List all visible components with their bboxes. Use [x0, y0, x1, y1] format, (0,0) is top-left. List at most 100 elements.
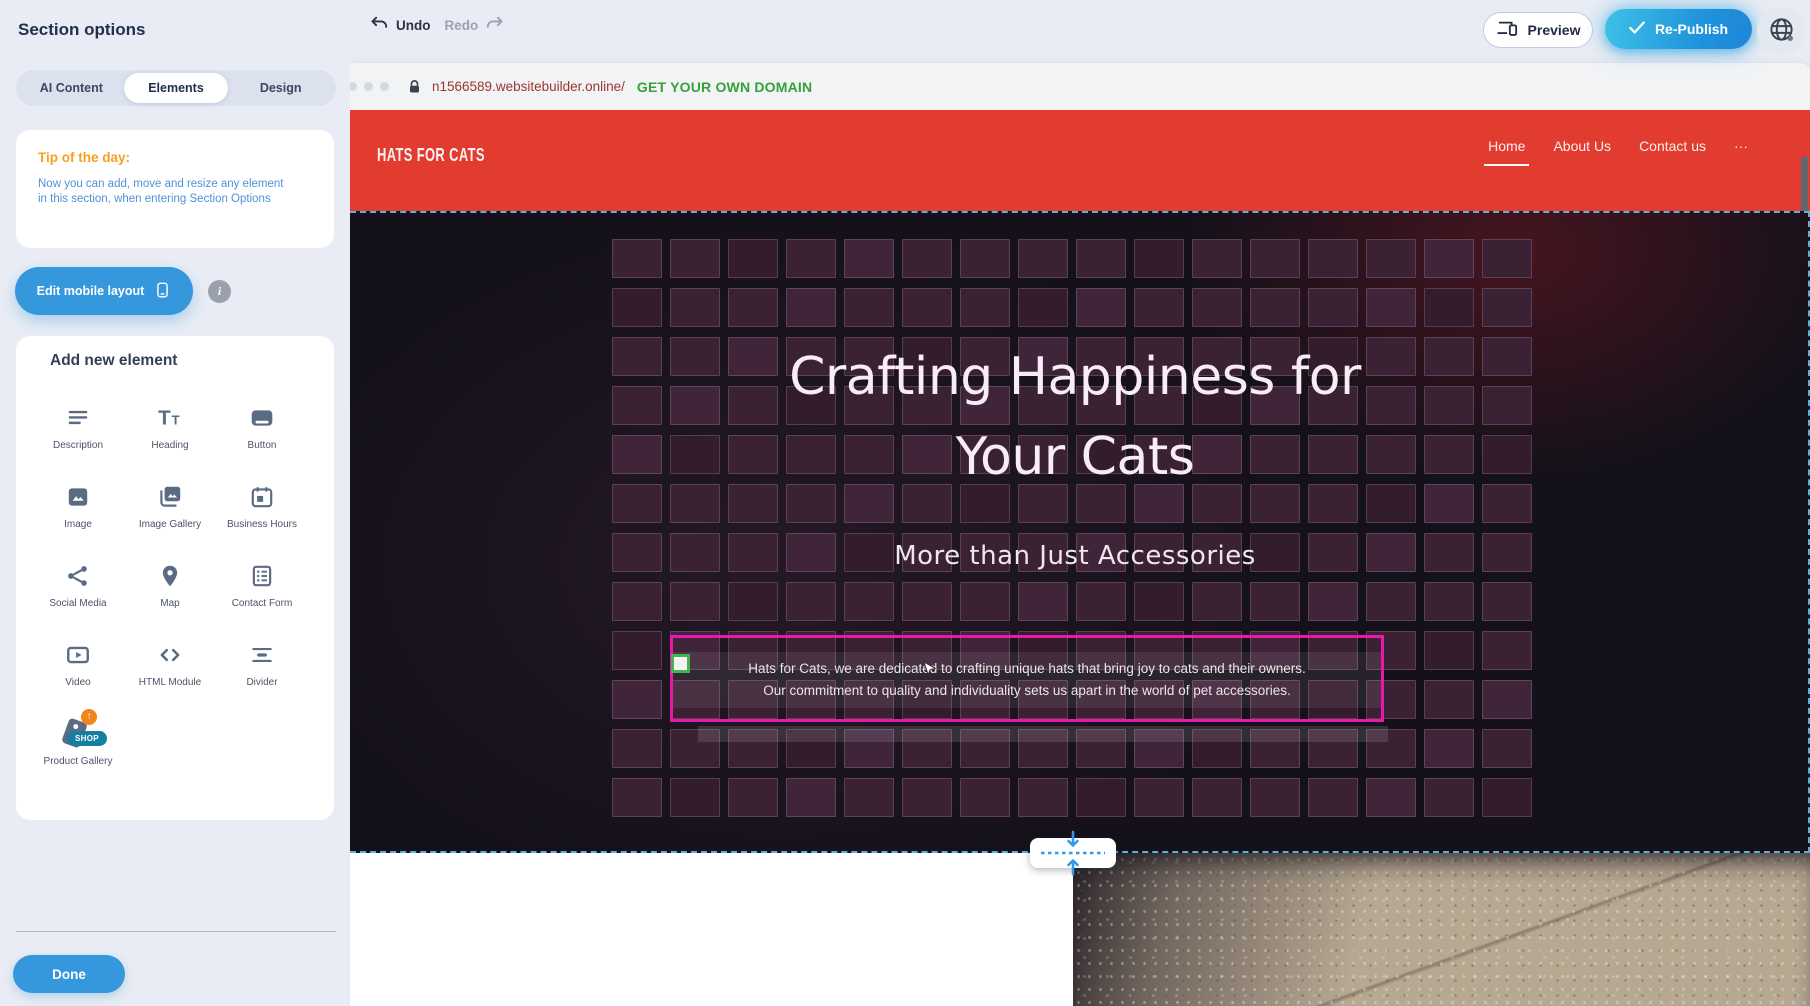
add-element-heading[interactable]: TTHeading	[130, 385, 210, 464]
tip-of-the-day-card: Tip of the day: Now you can add, move an…	[16, 130, 334, 248]
video-icon	[65, 634, 91, 676]
add-element-map[interactable]: Map	[130, 543, 210, 622]
undo-button[interactable]: Undo	[370, 16, 431, 34]
code-icon	[157, 634, 183, 676]
hero-tile	[1134, 582, 1184, 621]
hero-tile	[786, 778, 836, 817]
redo-label: Redo	[445, 18, 479, 33]
redo-button[interactable]: Redo	[445, 16, 505, 34]
nav-item-aboutus[interactable]: About Us	[1553, 138, 1611, 160]
add-element-html-module[interactable]: HTML Module	[130, 622, 210, 701]
hero-tile	[1482, 729, 1532, 768]
hero-tile	[1482, 582, 1532, 621]
hero-tile	[728, 778, 778, 817]
drag-handle[interactable]	[671, 654, 690, 673]
tab-design[interactable]: Design	[228, 73, 333, 103]
hero-tile	[1134, 239, 1184, 278]
hero-tile	[1424, 729, 1474, 768]
hero-description[interactable]: Hats for Cats, we are dedicated to craft…	[673, 658, 1381, 702]
form-icon	[249, 555, 275, 597]
hero-tile	[728, 288, 778, 327]
site-url[interactable]: n1566589.websitebuilder.online/	[432, 79, 625, 94]
hero-tile	[1308, 239, 1358, 278]
hero-title[interactable]: Crafting Happiness for Your Cats	[340, 337, 1810, 497]
hero-tile	[1424, 582, 1474, 621]
site-nav: Home About Us Contact us ···	[1488, 138, 1748, 160]
hero-tile	[902, 288, 952, 327]
get-domain-link[interactable]: GET YOUR OWN DOMAIN	[637, 79, 812, 95]
heading-icon: TT	[157, 397, 183, 439]
section-resize-handle[interactable]	[1030, 838, 1116, 868]
hero-tile	[670, 778, 720, 817]
hero-tile	[1482, 778, 1532, 817]
add-element-label: Image	[64, 518, 92, 531]
add-element-social-media[interactable]: Social Media	[38, 543, 118, 622]
preview-scrollbar[interactable]	[1801, 156, 1808, 216]
add-element-description[interactable]: Description	[38, 385, 118, 464]
hero-tile	[612, 582, 662, 621]
hero-tile	[1424, 239, 1474, 278]
hero-tile	[1076, 582, 1126, 621]
lock-icon	[407, 79, 422, 94]
hero-tile	[670, 239, 720, 278]
info-icon[interactable]: i	[208, 280, 231, 303]
add-element-button[interactable]: Button	[222, 385, 302, 464]
add-element-divider[interactable]: Divider	[222, 622, 302, 701]
nav-more-menu[interactable]: ···	[1734, 138, 1748, 160]
undo-label: Undo	[396, 18, 431, 33]
phone-icon	[154, 278, 171, 305]
republish-label: Re-Publish	[1655, 21, 1728, 37]
add-element-business-hours[interactable]: Business Hours	[222, 464, 302, 543]
hero-section[interactable]: Crafting Happiness for Your Cats More th…	[340, 211, 1810, 853]
add-element-product-gallery[interactable]: ↑SHOPProduct Gallery	[38, 701, 118, 780]
add-element-label: Map	[160, 597, 179, 610]
edit-mobile-layout-label: Edit mobile layout	[37, 284, 145, 298]
site-preview-window: n1566589.websitebuilder.online/ GET YOUR…	[340, 63, 1810, 1006]
hero-tile	[1308, 582, 1358, 621]
check-icon	[1629, 21, 1645, 37]
hero-tile	[1250, 778, 1300, 817]
add-element-label: Business Hours	[227, 518, 297, 531]
hero-tile	[1366, 288, 1416, 327]
hero-tile	[1018, 582, 1068, 621]
add-element-image-gallery[interactable]: Image Gallery	[130, 464, 210, 543]
hero-tile	[786, 582, 836, 621]
calendar-icon	[249, 476, 275, 518]
hero-tile	[1366, 778, 1416, 817]
hero-tile	[1076, 288, 1126, 327]
site-header[interactable]: HATS FOR CATS Home About Us Contact us ···	[340, 110, 1810, 211]
add-element-contact-form[interactable]: Contact Form	[222, 543, 302, 622]
add-element-image[interactable]: Image	[38, 464, 118, 543]
text-lines-icon	[65, 397, 91, 439]
section-options-panel: Section options AI Content Elements Desi…	[0, 0, 350, 1006]
selected-description-element[interactable]: Hats for Cats, we are dedicated to craft…	[670, 635, 1384, 722]
hero-tile	[1482, 631, 1532, 670]
hero-subtitle[interactable]: More than Just Accessories	[340, 541, 1810, 571]
site-logo[interactable]: HATS FOR CATS	[377, 145, 485, 166]
republish-button[interactable]: Re-Publish	[1605, 9, 1752, 49]
add-element-label: Image Gallery	[139, 518, 201, 531]
pavement-image[interactable]	[1073, 853, 1810, 1006]
nav-item-contactus[interactable]: Contact us	[1639, 138, 1706, 160]
add-element-video[interactable]: Video	[38, 622, 118, 701]
next-section-left[interactable]	[340, 853, 1073, 1006]
hero-tile	[1366, 239, 1416, 278]
language-globe-button[interactable]	[1757, 7, 1805, 55]
tab-ai-content[interactable]: AI Content	[19, 73, 124, 103]
hero-tile	[844, 239, 894, 278]
hero-tile	[1076, 778, 1126, 817]
sidebar-divider	[16, 931, 336, 932]
preview-button[interactable]: Preview	[1483, 12, 1593, 48]
edit-mobile-layout-button[interactable]: Edit mobile layout	[15, 267, 193, 315]
undo-icon	[370, 16, 389, 34]
hero-tile	[960, 582, 1010, 621]
undo-redo-group: Undo Redo	[370, 16, 504, 34]
hero-tile	[1250, 239, 1300, 278]
hero-tile	[612, 239, 662, 278]
tab-elements[interactable]: Elements	[124, 73, 229, 103]
hero-tile	[1134, 288, 1184, 327]
nav-item-home[interactable]: Home	[1488, 138, 1525, 160]
panel-tabs: AI Content Elements Design	[16, 70, 336, 106]
element-grid: DescriptionTTHeadingButton Image Image Gal…	[38, 385, 314, 780]
done-button[interactable]: Done	[13, 955, 125, 993]
